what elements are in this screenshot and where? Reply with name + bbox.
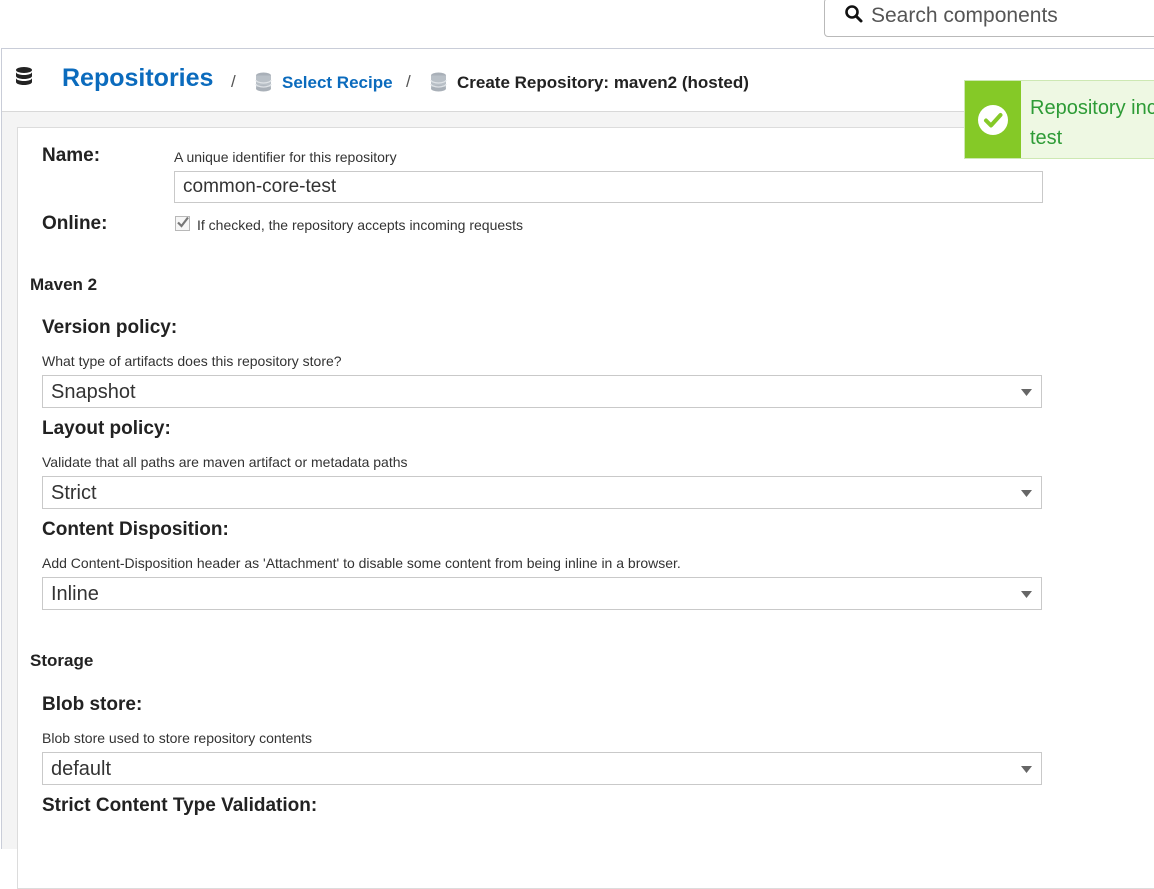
online-help: If checked, the repository accepts incom…	[197, 217, 524, 233]
name-label: Name:	[42, 145, 101, 166]
toast-message: Repository inc test	[1030, 93, 1154, 153]
search-box[interactable]	[824, 0, 1154, 37]
toast-icon-strip	[965, 81, 1021, 158]
search-input[interactable]	[871, 0, 1141, 33]
checkbox-check-icon	[177, 216, 189, 228]
blob-store-select[interactable]: default	[42, 752, 1042, 785]
name-input[interactable]	[174, 171, 1043, 203]
check-circle-icon	[978, 105, 1008, 135]
online-checkbox[interactable]	[175, 216, 190, 231]
layout-policy-label: Layout policy:	[42, 418, 171, 439]
maven-section-title: Maven 2	[30, 275, 98, 294]
layout-policy-select[interactable]: Strict	[42, 476, 1042, 509]
breadcrumb-repositories[interactable]: Repositories	[62, 64, 213, 93]
breadcrumb-current: Create Repository: maven2 (hosted)	[457, 73, 749, 92]
version-policy-select[interactable]: Snapshot	[42, 375, 1042, 408]
layout-policy-help: Validate that all paths are maven artifa…	[42, 454, 408, 470]
success-toast[interactable]: Repository inc test	[964, 80, 1154, 159]
caret-down-icon	[1021, 591, 1032, 598]
content-disposition-select[interactable]: Inline	[42, 577, 1042, 610]
caret-down-icon	[1021, 490, 1032, 497]
content-disposition-help: Add Content-Disposition header as 'Attac…	[42, 555, 681, 571]
blob-store-value: default	[51, 758, 112, 780]
database-crumb-icon	[255, 72, 272, 92]
version-policy-label: Version policy:	[42, 317, 178, 338]
content-disposition-value: Inline	[51, 583, 99, 605]
caret-down-icon	[1021, 389, 1032, 396]
layout-policy-value: Strict	[51, 482, 97, 504]
database-crumb-icon	[430, 72, 447, 92]
repository-form: Name: A unique identifier for this repos…	[17, 127, 1154, 889]
breadcrumb-select-recipe[interactable]: Select Recipe	[282, 73, 393, 93]
search-icon	[845, 5, 863, 23]
database-icon	[16, 67, 32, 85]
strict-content-label: Strict Content Type Validation:	[42, 795, 318, 816]
caret-down-icon	[1021, 766, 1032, 773]
version-policy-help: What type of artifacts does this reposit…	[42, 353, 342, 369]
main-panel: Repositories / Select Recipe / Create Re…	[1, 48, 1154, 889]
online-label: Online:	[42, 213, 108, 234]
blob-store-label: Blob store:	[42, 694, 143, 715]
content-disposition-label: Content Disposition:	[42, 519, 229, 540]
storage-section-title: Storage	[30, 651, 94, 670]
breadcrumb-separator: /	[406, 72, 411, 91]
version-policy-value: Snapshot	[51, 381, 136, 403]
name-help: A unique identifier for this repository	[174, 149, 397, 165]
toast-line-2: test	[1030, 127, 1063, 149]
blob-store-help: Blob store used to store repository cont…	[42, 730, 313, 746]
toast-line-1: Repository inc	[1030, 97, 1154, 119]
breadcrumb-separator: /	[231, 72, 236, 91]
